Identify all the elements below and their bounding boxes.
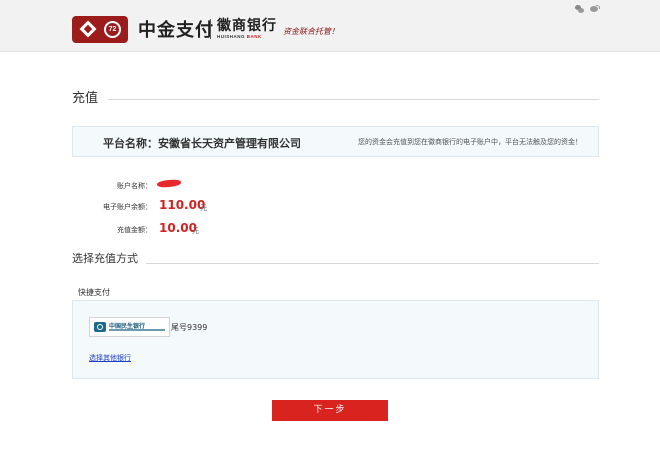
platform-name: 平台名称：安徽省长天资产管理有限公司 — [103, 137, 301, 150]
platform-info-box: 平台名称：安徽省长天资产管理有限公司 您的资金会充值到您在徽商银行的电子账户中，… — [72, 126, 599, 157]
recharge-title: 充值 — [72, 91, 99, 106]
bank-english-name: HUISHANG BANK — [217, 34, 262, 39]
choose-other-bank-link[interactable]: 选择其他银行 — [89, 353, 131, 363]
brand-divider — [210, 19, 211, 39]
circle-logo-icon: 72 — [104, 21, 121, 38]
bank-card-option[interactable]: 中国民生银行 — [89, 317, 170, 337]
diamond-logo-icon — [79, 20, 97, 38]
header-slogan: 资金联合托管！ — [283, 27, 339, 36]
amount-label: 充值金额： — [117, 226, 152, 234]
card-tail-number: 尾号9399 — [171, 323, 208, 332]
bank-name: 徽商银行 — [217, 18, 277, 34]
top-header: 72 中金支付 徽商银行 HUISHANG BANK 资金联合托管！ — [0, 0, 660, 52]
bank-english-red: BANK — [246, 34, 262, 39]
balance-unit: 元 — [200, 204, 207, 212]
share-icons — [575, 5, 602, 15]
recharge-divider — [108, 99, 599, 100]
brand-name: 中金支付 — [138, 20, 214, 41]
next-step-button[interactable]: 下一步 — [272, 400, 388, 421]
minsheng-bank-icon — [94, 322, 106, 332]
quick-pay-box: 中国民生银行 尾号9399 选择其他银行 — [72, 300, 599, 379]
balance-label: 电子账户余额： — [103, 203, 152, 211]
weibo-icon[interactable] — [589, 5, 600, 13]
bank-english-main: HUISHANG — [217, 34, 246, 39]
bank-card-subline — [109, 329, 165, 331]
wechat-icon[interactable] — [575, 5, 584, 13]
quick-pay-label: 快捷支付 — [78, 288, 110, 297]
payment-method-title: 选择充值方式 — [72, 252, 138, 265]
platform-note: 您的资金会充值到您在徽商银行的电子账户中，平台无法触及您的资金！ — [358, 138, 582, 146]
account-name-label: 账户名称： — [117, 182, 152, 190]
payment-divider — [146, 263, 599, 264]
account-name-redacted — [156, 179, 182, 188]
cicpa-logo[interactable]: 72 — [72, 16, 128, 43]
balance-value: 110.00 — [159, 198, 206, 212]
amount-unit: 元 — [192, 227, 199, 235]
